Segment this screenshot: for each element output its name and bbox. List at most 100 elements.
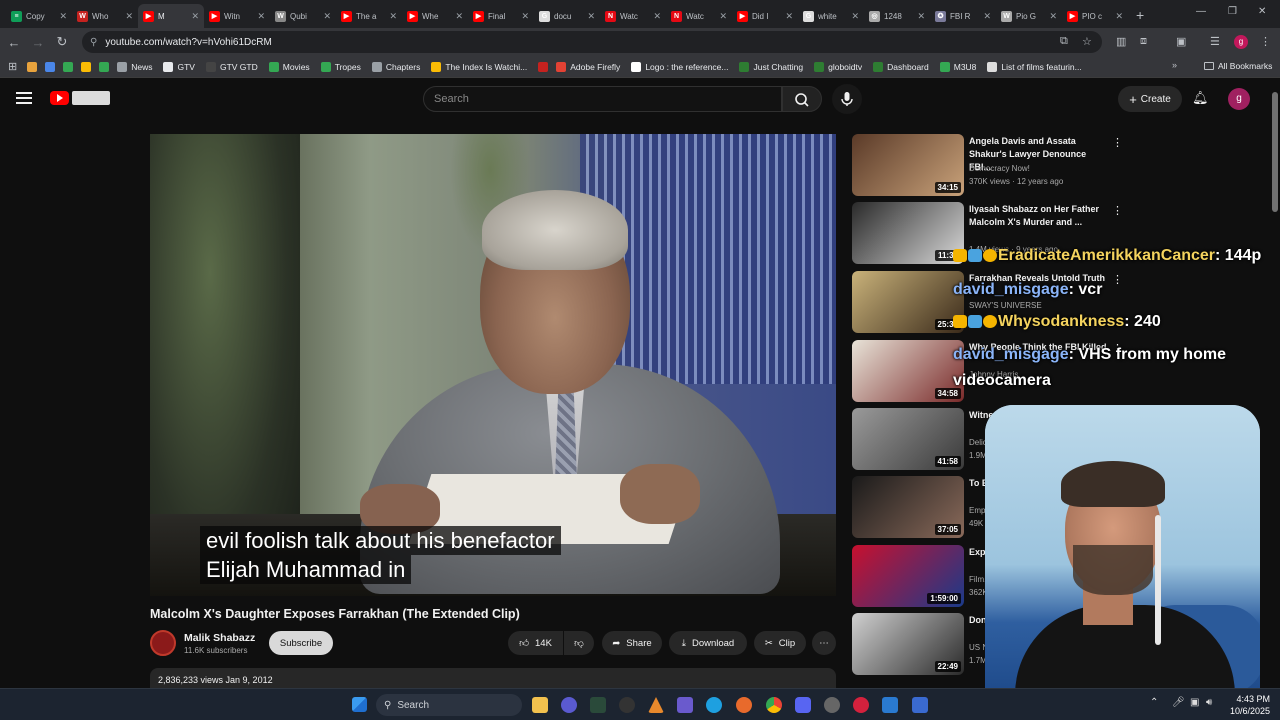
tab-close-icon[interactable]: ✕ (521, 11, 529, 22)
browser-tab[interactable]: ▶ Did I ✕ (732, 4, 798, 28)
microphone-tray-icon[interactable]: 🎤︎ (1172, 697, 1185, 708)
clip-button[interactable]: ✂ Clip (754, 631, 806, 655)
browser-tab[interactable]: ▶ M ✕ (138, 4, 204, 28)
tab-close-icon[interactable]: ✕ (59, 11, 67, 22)
tab-close-icon[interactable]: ✕ (917, 11, 925, 22)
tab-search-icon[interactable]: ▥ (1116, 35, 1126, 48)
video-thumbnail[interactable]: 25:39 (852, 271, 964, 333)
video-thumbnail[interactable]: 22:49 (852, 613, 964, 675)
more-vertical-icon[interactable]: ⋮ (1112, 204, 1123, 217)
tab-close-icon[interactable]: ✕ (389, 11, 397, 22)
bookmark-item[interactable] (27, 61, 38, 72)
bookmark-item[interactable] (538, 61, 549, 72)
create-button[interactable]: + Create (1118, 86, 1182, 112)
more-vertical-icon[interactable]: ⋮ (1112, 136, 1123, 149)
reload-icon[interactable]: ↻ (50, 34, 74, 50)
sidebar-icon[interactable]: ▣ (1176, 35, 1186, 48)
bookmark-item[interactable]: GTV (163, 61, 195, 72)
system-clock[interactable]: 4:43 PM 10/6/2025 (1224, 693, 1270, 717)
tray-app-icon[interactable]: ▣ (1190, 697, 1199, 708)
extensions-icon[interactable]: ⧈ (1140, 35, 1147, 48)
bookmark-item[interactable]: Tropes (320, 61, 361, 72)
bookmark-item[interactable]: GTV GTD (205, 61, 258, 72)
tray-overflow-icon[interactable]: ⌃ (1150, 697, 1158, 708)
taskbar-search-box[interactable]: ⚲ Search (376, 694, 522, 716)
account-avatar[interactable]: g (1228, 88, 1250, 110)
tab-close-icon[interactable]: ✕ (983, 11, 991, 22)
windows-start-icon[interactable] (352, 697, 367, 712)
back-arrow-icon[interactable]: ← (2, 35, 26, 50)
browser-tab[interactable]: N Watc ✕ (666, 4, 732, 28)
recommended-video[interactable]: 34:15 Angela Davis and Assata Shakur's La… (852, 134, 1142, 196)
bookmark-item[interactable]: globoidtv (814, 61, 862, 72)
bookmark-item[interactable]: Adobe Firefly (556, 61, 620, 72)
window-minimize-button[interactable]: — (1196, 6, 1206, 17)
youtube-logo-icon[interactable] (50, 91, 69, 105)
tab-close-icon[interactable]: ✕ (851, 11, 859, 22)
all-bookmarks-folder[interactable]: All Bookmarks (1204, 61, 1272, 71)
cast-icon[interactable]: ⧉ (1060, 35, 1068, 48)
browser-tab[interactable]: W Who ✕ (72, 4, 138, 28)
tab-close-icon[interactable]: ✕ (785, 11, 793, 22)
bookmark-item[interactable]: Logo : the reference... (631, 61, 728, 72)
video-player[interactable]: evil foolish talk about his benefactor E… (150, 134, 836, 596)
browser-tab[interactable]: ≡ Copy ✕ (6, 4, 72, 28)
bookmark-item[interactable]: Dashboard (873, 61, 929, 72)
browser-tab[interactable]: W Qubi ✕ (270, 4, 336, 28)
app-icon-excel[interactable] (590, 697, 606, 713)
browser-tab[interactable]: ▶ Final ✕ (468, 4, 534, 28)
download-button[interactable]: ⤓ Download (669, 631, 747, 655)
volume-icon[interactable]: 🔊︎ (1206, 697, 1212, 708)
dislike-button[interactable]: 👎︎ (564, 631, 594, 655)
subscribe-button[interactable]: Subscribe (269, 631, 333, 655)
notepad-icon[interactable] (912, 697, 928, 713)
bookmark-item[interactable] (45, 61, 56, 72)
bookmark-item[interactable] (99, 61, 110, 72)
tab-close-icon[interactable]: ✕ (587, 11, 595, 22)
edge-icon[interactable] (706, 697, 722, 713)
video-thumbnail[interactable]: 37:05 (852, 476, 964, 538)
browser-tab[interactable]: N Watc ✕ (600, 4, 666, 28)
tab-close-icon[interactable]: ✕ (323, 11, 331, 22)
firefox-icon[interactable] (736, 697, 752, 713)
browser-tab[interactable]: W Pio G ✕ (996, 4, 1062, 28)
bookmark-star-icon[interactable]: ☆ (1082, 35, 1092, 48)
tab-close-icon[interactable]: ✕ (719, 11, 727, 22)
forward-arrow-icon[interactable]: → (26, 35, 50, 50)
bookmarks-overflow-icon[interactable]: » (1172, 60, 1177, 70)
bookmark-item[interactable] (63, 61, 74, 72)
bookmark-item[interactable]: Chapters (371, 61, 420, 72)
4k-downloader-icon[interactable] (619, 697, 635, 713)
search-button[interactable] (782, 86, 822, 112)
downloads-icon[interactable]: ☰ (1210, 35, 1220, 48)
site-info-icon[interactable]: ⚲ (90, 37, 97, 48)
more-actions-button[interactable]: ⋯ (812, 631, 836, 655)
tab-close-icon[interactable]: ✕ (125, 11, 133, 22)
bookmark-item[interactable]: Movies (268, 61, 310, 72)
window-close-button[interactable]: ✕ (1258, 6, 1266, 17)
profile-avatar[interactable]: g (1234, 35, 1248, 49)
video-thumbnail[interactable]: 34:15 (852, 134, 964, 196)
bookmark-item[interactable]: The Index Is Watchi... (431, 61, 527, 72)
browser-tab[interactable]: ✪ FBI R ✕ (930, 4, 996, 28)
recommended-channel[interactable]: Democracy Now! (969, 164, 1030, 173)
bookmark-item[interactable]: News (117, 61, 152, 72)
omnibox[interactable]: ⚲ youtube.com/watch?v=hVohi61DcRM (82, 31, 1102, 53)
obs-icon[interactable] (824, 697, 840, 713)
browser-tab[interactable]: ▶ Witn ✕ (204, 4, 270, 28)
browser-tab[interactable]: Gdocu ✕ (534, 4, 600, 28)
bookmark-item[interactable] (81, 61, 92, 72)
search-input[interactable]: Search (423, 86, 782, 112)
app-icon-purple[interactable] (677, 697, 693, 713)
browser-tab[interactable]: Gwhite ✕ (798, 4, 864, 28)
window-maximize-button[interactable]: ❐ (1228, 6, 1237, 17)
app-icon-circle[interactable] (561, 697, 577, 713)
bookmark-item[interactable]: List of films featurin... (987, 61, 1082, 72)
scrollbar-thumb[interactable] (1272, 92, 1278, 212)
vlc-icon[interactable] (648, 697, 664, 713)
channel-name[interactable]: Malik Shabazz (184, 632, 255, 644)
chrome-icon[interactable] (766, 697, 782, 713)
tab-close-icon[interactable]: ✕ (191, 11, 199, 22)
vscode-icon[interactable] (882, 697, 898, 713)
tab-close-icon[interactable]: ✕ (455, 11, 463, 22)
